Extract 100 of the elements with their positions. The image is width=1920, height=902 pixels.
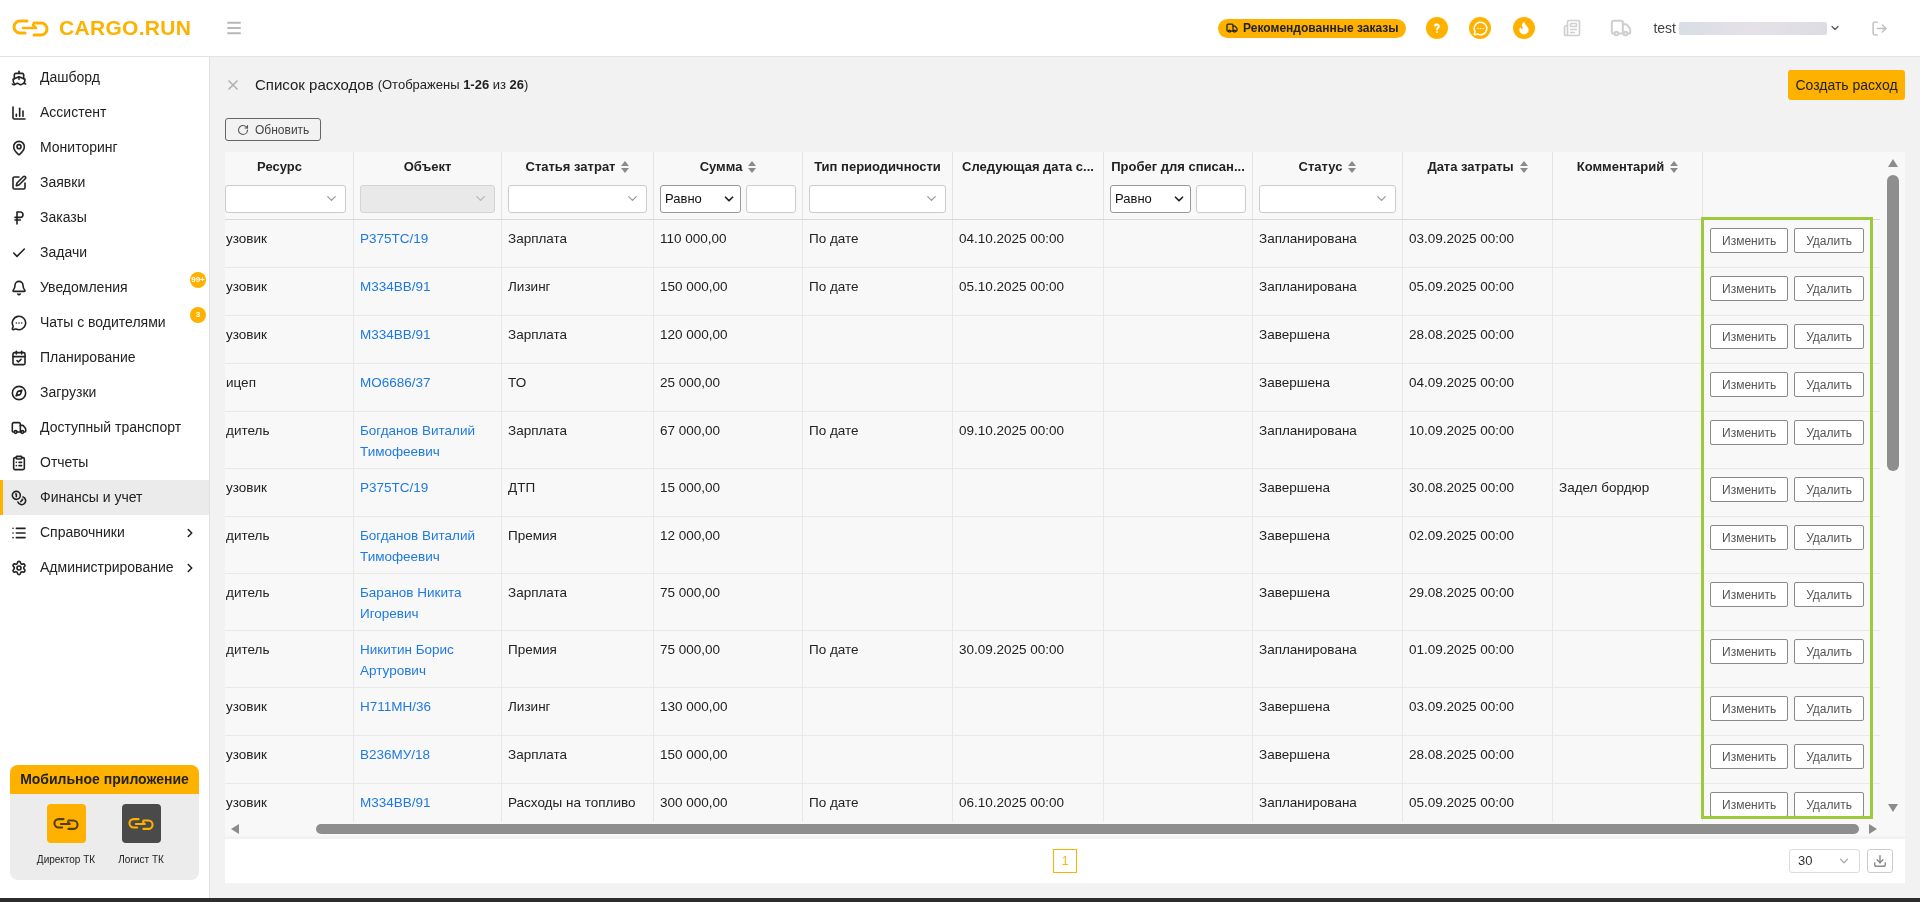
- cost-item-cell: Зарплата: [502, 316, 654, 364]
- sidebar-item[interactable]: Чаты с водителями 3: [0, 305, 209, 340]
- filter-input[interactable]: [1196, 184, 1246, 213]
- object-link[interactable]: МО6686/37: [360, 372, 495, 393]
- filter-input[interactable]: [746, 184, 796, 213]
- scrollbar-thumb[interactable]: [1886, 175, 1899, 471]
- edit-button[interactable]: Изменить: [1710, 228, 1789, 253]
- delete-button[interactable]: Удалить: [1794, 582, 1864, 607]
- edit-button[interactable]: Изменить: [1710, 792, 1789, 817]
- operator-select[interactable]: Равно: [660, 184, 741, 213]
- object-link[interactable]: М334ВВ/91: [360, 324, 495, 345]
- menu-icon[interactable]: [225, 19, 244, 37]
- sidebar-item[interactable]: Загрузки: [0, 375, 209, 410]
- object-link[interactable]: Р375ТС/19: [360, 477, 495, 498]
- column-header[interactable]: Сумма: [654, 152, 802, 182]
- filter-select[interactable]: [1259, 184, 1396, 213]
- sidebar-item[interactable]: Уведомления 99+: [0, 270, 209, 305]
- recommended-orders-button[interactable]: Рекомендованные заказы: [1218, 18, 1407, 38]
- delete-button[interactable]: Удалить: [1794, 276, 1864, 301]
- page-size-select[interactable]: 30: [1789, 849, 1860, 873]
- app-link[interactable]: Логист ТК: [106, 804, 176, 867]
- column-header[interactable]: Статья затрат: [502, 152, 653, 182]
- scroll-up-icon[interactable]: [1887, 159, 1898, 167]
- edit-button[interactable]: Изменить: [1710, 372, 1789, 397]
- user-name[interactable]: test: [1653, 17, 1676, 39]
- create-expense-button[interactable]: Создать расход: [1788, 70, 1905, 100]
- sidebar-item[interactable]: Дашборд: [0, 60, 209, 95]
- date-cell: 02.09.2025 00:00: [1403, 517, 1553, 574]
- truck-icon[interactable]: [1609, 17, 1634, 39]
- object-link[interactable]: Богданов Виталий Тимофеевич: [360, 525, 495, 567]
- delete-button[interactable]: Удалить: [1794, 744, 1864, 769]
- close-icon[interactable]: [225, 77, 241, 93]
- sidebar-item[interactable]: Отчеты: [0, 445, 209, 480]
- filter-select[interactable]: [508, 184, 647, 213]
- status-cell: Завершена: [1253, 469, 1403, 517]
- amount-cell: 75 000,00: [654, 631, 803, 688]
- app-link[interactable]: Директор ТК: [31, 804, 101, 867]
- operator-select[interactable]: Равно: [1110, 184, 1191, 213]
- scroll-left-icon[interactable]: [231, 824, 239, 834]
- amount-cell: 67 000,00: [654, 412, 803, 469]
- delete-button[interactable]: Удалить: [1794, 792, 1864, 817]
- edit-button[interactable]: Изменить: [1710, 525, 1789, 550]
- filter-select[interactable]: [225, 184, 346, 213]
- sidebar-item[interactable]: Планирование: [0, 340, 209, 375]
- edit-button[interactable]: Изменить: [1710, 696, 1789, 721]
- object-link[interactable]: Никитин Борис Артурович: [360, 639, 495, 681]
- delete-button[interactable]: Удалить: [1794, 228, 1864, 253]
- object-link[interactable]: Р375ТС/19: [360, 228, 495, 249]
- sidebar-item[interactable]: Администрирование: [0, 550, 209, 585]
- object-link[interactable]: М334ВВ/91: [360, 276, 495, 297]
- edit-button[interactable]: Изменить: [1710, 477, 1789, 502]
- sidebar-item[interactable]: Ассистент: [0, 95, 209, 130]
- column-header[interactable]: Комментарий: [1553, 152, 1702, 182]
- delete-button[interactable]: Удалить: [1794, 324, 1864, 349]
- date-cell: 03.09.2025 00:00: [1403, 220, 1553, 268]
- edit-button[interactable]: Изменить: [1710, 582, 1789, 607]
- help-icon[interactable]: [1426, 17, 1449, 39]
- flame-icon[interactable]: [1513, 17, 1536, 39]
- sidebar-item[interactable]: Доступный транспорт: [0, 410, 209, 445]
- cost-item-cell: ДТП: [502, 469, 654, 517]
- object-link[interactable]: В236МУ/18: [360, 744, 495, 765]
- object-link[interactable]: Н711МН/36: [360, 696, 495, 717]
- edit-button[interactable]: Изменить: [1710, 744, 1789, 769]
- object-link[interactable]: М334ВВ/91: [360, 792, 495, 813]
- delete-button[interactable]: Удалить: [1794, 477, 1864, 502]
- sidebar-item[interactable]: Справочники: [0, 515, 209, 550]
- column-header[interactable]: Статус: [1253, 152, 1402, 182]
- logout-icon[interactable]: [1871, 19, 1888, 37]
- sidebar-item[interactable]: Задачи: [0, 235, 209, 270]
- status-cell: Завершена: [1253, 736, 1403, 784]
- delete-button[interactable]: Удалить: [1794, 420, 1864, 445]
- delete-button[interactable]: Удалить: [1794, 696, 1864, 721]
- scroll-down-icon[interactable]: [1887, 804, 1898, 812]
- edit-button[interactable]: Изменить: [1710, 324, 1789, 349]
- edit-button[interactable]: Изменить: [1710, 420, 1789, 445]
- sidebar-item[interactable]: Заказы: [0, 200, 209, 235]
- download-button[interactable]: [1867, 849, 1893, 873]
- sort-icon: [748, 161, 757, 173]
- refresh-button[interactable]: Обновить: [225, 118, 322, 141]
- object-link[interactable]: Богданов Виталий Тимофеевич: [360, 420, 495, 462]
- column-header[interactable]: Дата затраты: [1403, 152, 1552, 182]
- date-cell: 30.08.2025 00:00: [1403, 469, 1553, 517]
- edit-button[interactable]: Изменить: [1710, 276, 1789, 301]
- column-header: Ресурс: [256, 158, 303, 177]
- edit-button[interactable]: Изменить: [1710, 639, 1789, 664]
- delete-button[interactable]: Удалить: [1794, 639, 1864, 664]
- scroll-right-icon[interactable]: [1869, 824, 1877, 834]
- delete-button[interactable]: Удалить: [1794, 525, 1864, 550]
- scrollbar-thumb[interactable]: [316, 824, 1859, 834]
- sidebar-item[interactable]: Финансы и учет: [0, 480, 209, 515]
- sidebar-item[interactable]: Мониторинг: [0, 130, 209, 165]
- newspaper-icon[interactable]: [1563, 19, 1582, 37]
- bar-chart-icon: [11, 104, 27, 121]
- resource-cell: узовик: [225, 220, 354, 268]
- periodicity-cell: По дате: [803, 631, 953, 688]
- object-link[interactable]: Баранов Никита Игоревич: [360, 582, 495, 624]
- sidebar-item[interactable]: Заявки: [0, 165, 209, 200]
- delete-button[interactable]: Удалить: [1794, 372, 1864, 397]
- chat-icon[interactable]: [1469, 17, 1492, 39]
- filter-select[interactable]: [809, 184, 946, 213]
